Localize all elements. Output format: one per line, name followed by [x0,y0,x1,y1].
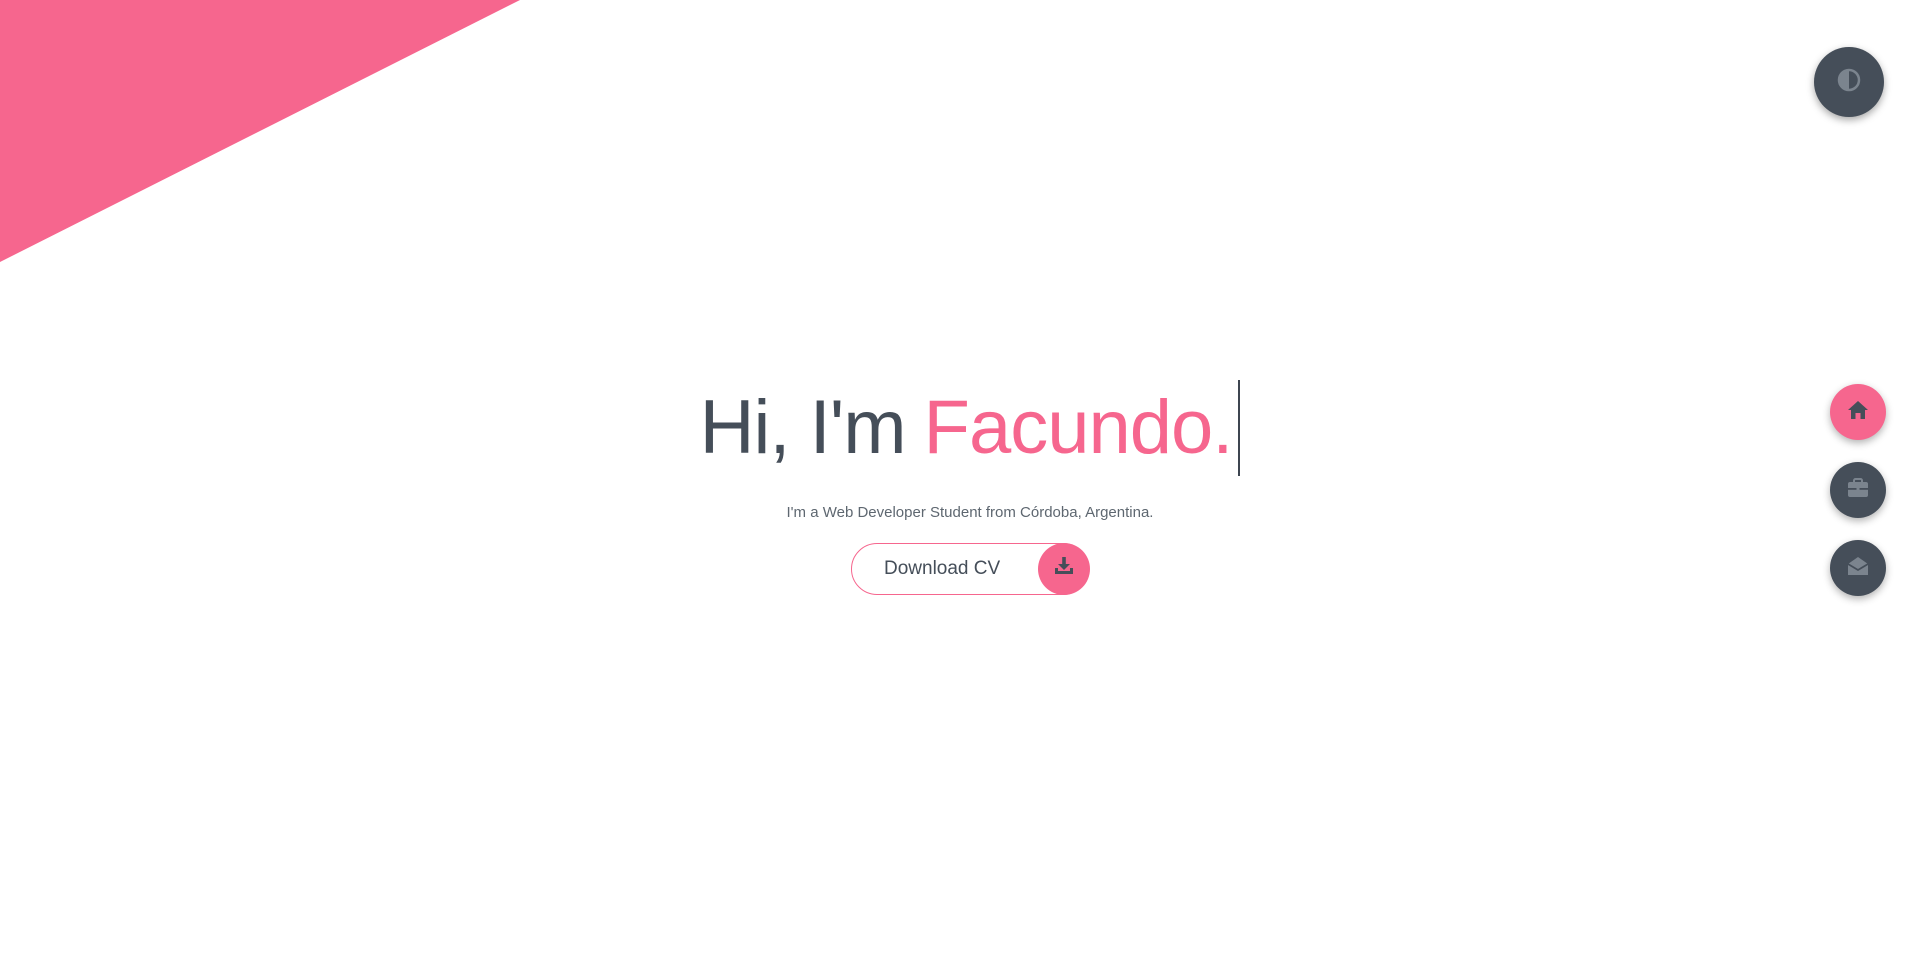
download-icon [1054,556,1074,581]
decorative-corner-triangle [0,0,520,262]
envelope-open-icon [1847,556,1869,581]
hero-headline: Hi, I'm Facundo. [700,380,1241,476]
greeting-text: Hi, I'm [699,385,907,470]
download-cv-label: Download CV [884,558,1001,579]
typing-cursor [1238,380,1241,476]
theme-toggle-button[interactable] [1814,47,1884,117]
hero-section: Hi, I'm Facundo. I'm a Web Developer Stu… [0,380,1915,521]
download-cv-button[interactable]: Download CV [851,542,1090,595]
contrast-icon [1837,68,1861,97]
nav-contact-button[interactable] [1830,540,1886,596]
download-icon-badge [1038,542,1090,595]
name-text: Facundo. [923,385,1234,470]
hero-subtitle: I'm a Web Developer Student from Córdoba… [786,504,1154,521]
